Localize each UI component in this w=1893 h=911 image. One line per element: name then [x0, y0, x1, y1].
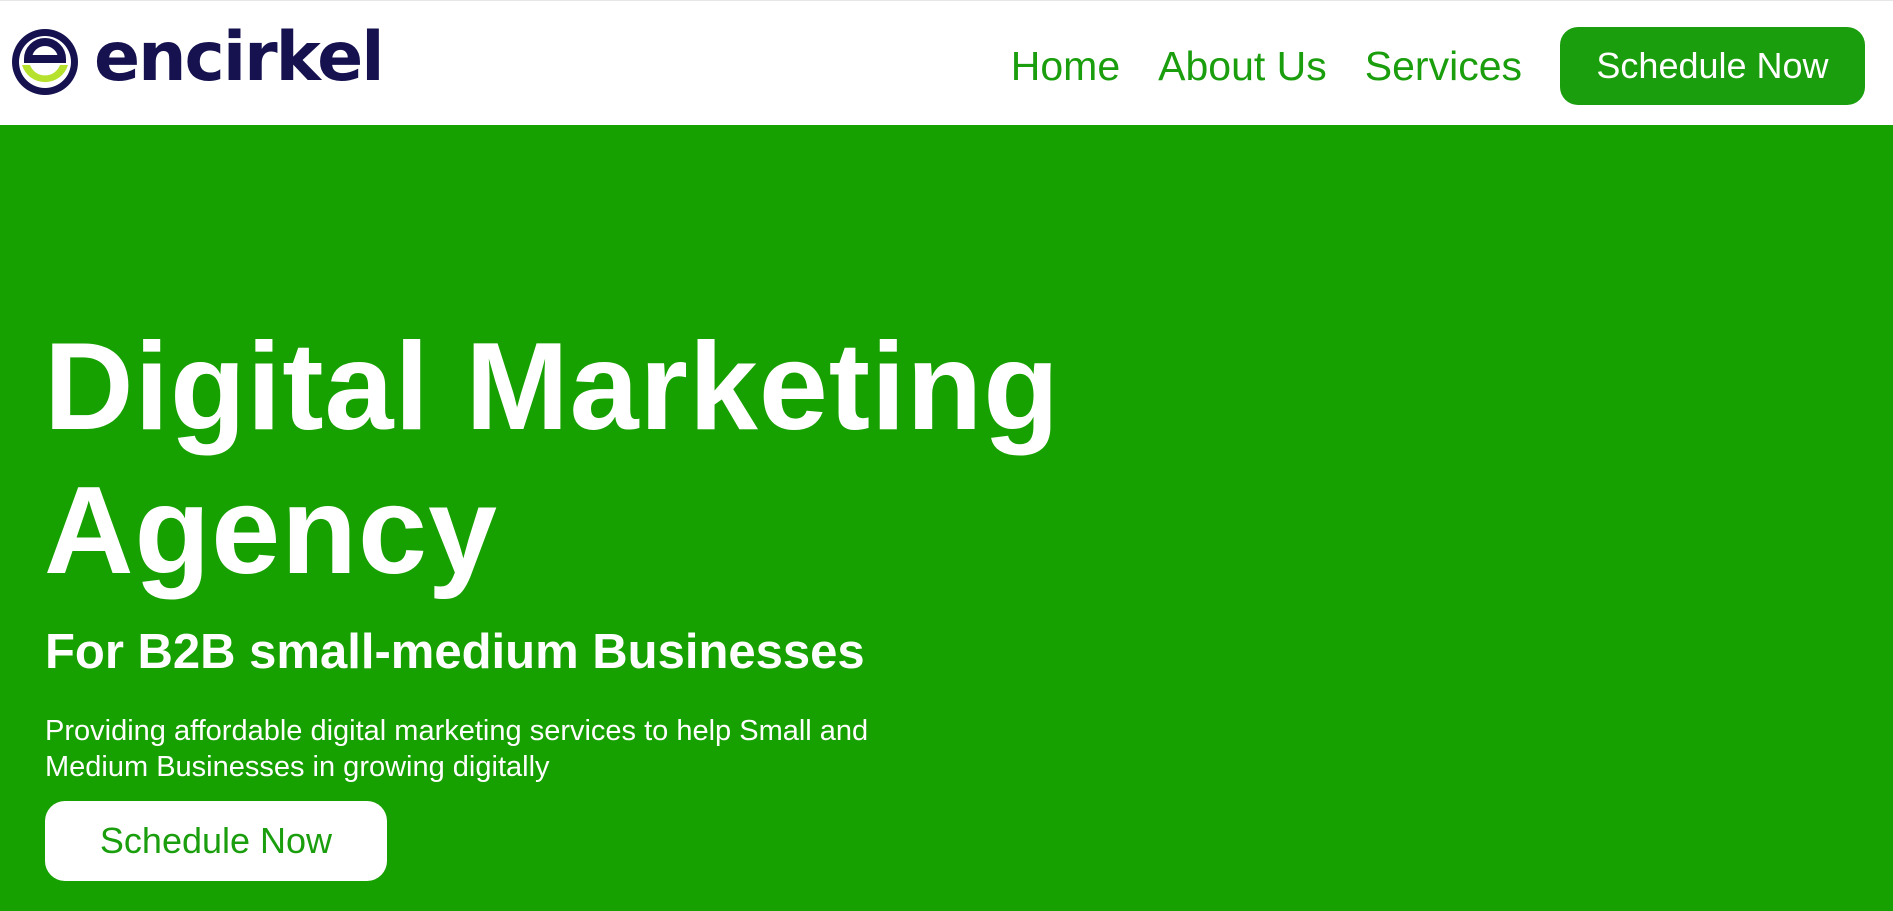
site-header: encirkel Home About Us Services Schedule…: [0, 0, 1893, 125]
nav-item-services[interactable]: Services: [1365, 43, 1522, 90]
nav-item-home[interactable]: Home: [1011, 43, 1120, 90]
logo-wordmark: encirkel: [94, 18, 385, 97]
hero-section: Digital Marketing Agency For B2B small-m…: [0, 125, 1893, 911]
nav-item-about-us[interactable]: About Us: [1158, 43, 1327, 90]
encirkel-logo-icon: [12, 29, 78, 95]
hero-title: Digital Marketing Agency: [44, 318, 1061, 600]
hero-subtitle: For B2B small-medium Businesses: [45, 625, 865, 679]
logo[interactable]: encirkel: [8, 21, 385, 99]
main-nav: Home About Us Services Schedule Now: [1011, 27, 1865, 105]
header-schedule-now-button[interactable]: Schedule Now: [1560, 27, 1865, 105]
hero-description: Providing affordable digital marketing s…: [45, 715, 869, 783]
hero-schedule-now-button[interactable]: Schedule Now: [45, 801, 387, 881]
